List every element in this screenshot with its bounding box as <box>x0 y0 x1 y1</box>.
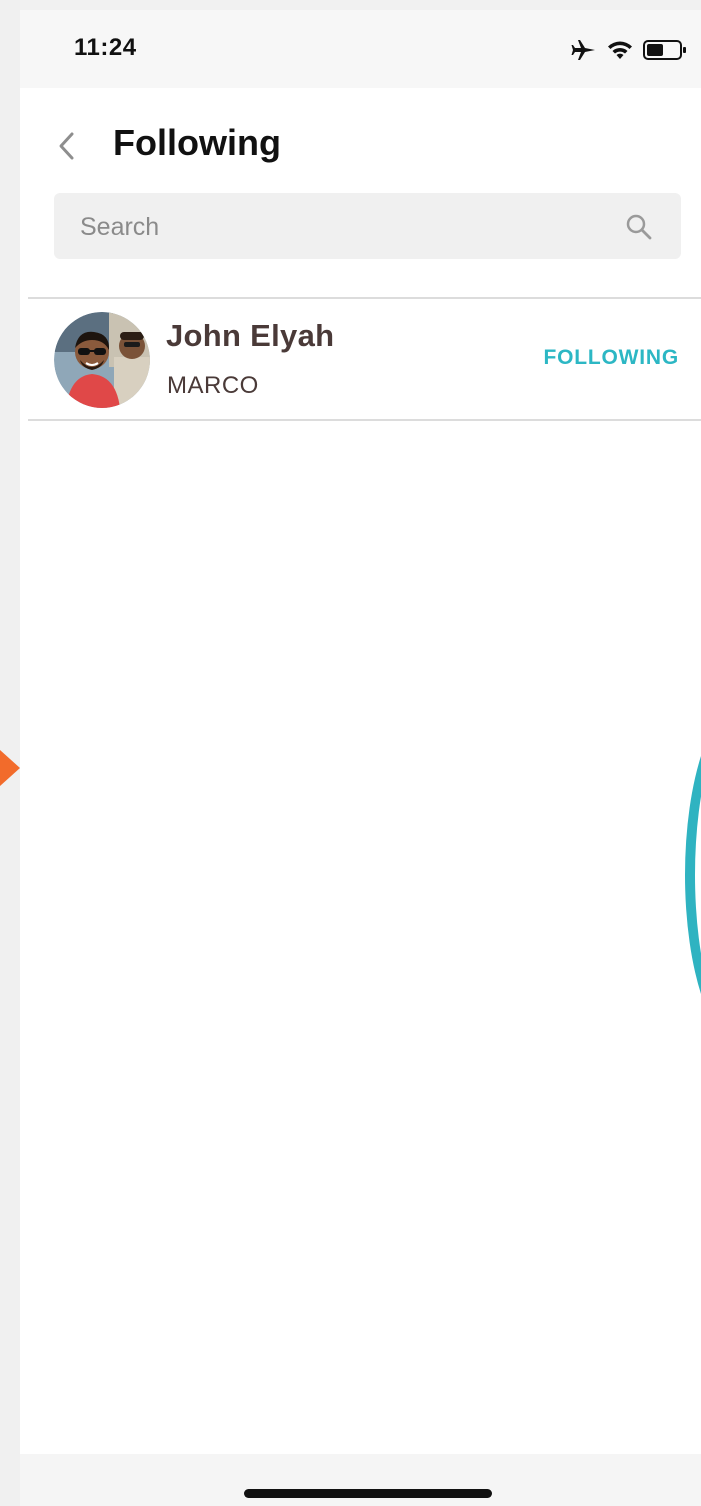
status-icons <box>571 36 687 64</box>
orange-arrow-marker <box>0 750 20 786</box>
airplane-icon <box>571 38 597 62</box>
wifi-icon <box>607 39 633 61</box>
battery-icon <box>643 39 687 61</box>
chevron-left-icon <box>59 132 74 160</box>
list-divider-bottom <box>28 419 701 421</box>
avatar[interactable] <box>54 312 150 408</box>
status-time: 11:24 <box>74 34 137 61</box>
following-button[interactable]: FOLLOWING <box>543 346 679 370</box>
home-indicator[interactable] <box>244 1489 492 1498</box>
list-item[interactable]: John Elyah MARCO FOLLOWING <box>28 300 701 420</box>
back-button[interactable] <box>50 128 82 164</box>
search-icon[interactable] <box>625 213 653 241</box>
status-bar: 11:24 <box>20 10 701 88</box>
page-title: Following <box>113 122 281 163</box>
search-bar[interactable] <box>54 193 681 261</box>
search-input[interactable] <box>78 193 602 261</box>
list-divider-top <box>28 297 701 299</box>
phone-screen: 11:24 Following Search John Elyah MARCO … <box>20 10 701 1506</box>
teal-arc-decoration <box>685 700 701 1050</box>
page: 11:24 Following Search John Elyah MARCO … <box>0 0 701 1506</box>
home-bar-area <box>20 1454 701 1506</box>
user-name: John Elyah <box>166 318 335 353</box>
user-handle: MARCO <box>167 372 259 399</box>
